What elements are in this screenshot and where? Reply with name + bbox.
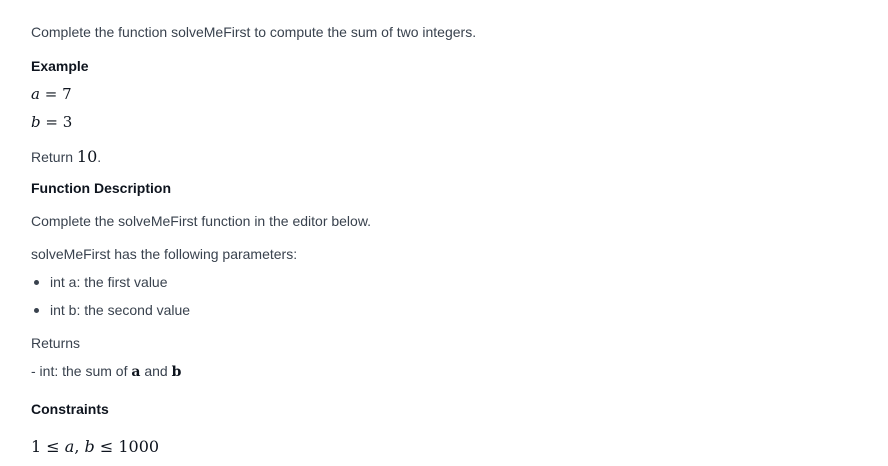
var-a: a <box>31 85 40 103</box>
example-a: a = 7 <box>31 84 72 106</box>
example-b: b = 3 <box>31 112 72 134</box>
bullet-icon <box>34 308 39 313</box>
return-value: 10 <box>76 147 98 166</box>
value-a: = 7 <box>44 85 72 103</box>
param-text: int b: the second value <box>50 302 191 318</box>
return-period: . <box>97 149 102 165</box>
constraint-upper: 1000 <box>118 437 160 456</box>
constraint-le-1: ≤ <box>46 437 60 456</box>
returns-description: - int: the sum of a and b <box>31 361 181 382</box>
intro-text: Complete the function solveMeFirst to co… <box>31 24 477 40</box>
list-item: int b: the second value <box>31 300 190 320</box>
value-b: = 3 <box>45 113 73 131</box>
example-heading: Example <box>31 58 89 74</box>
returns-and: and <box>144 363 168 379</box>
constraint-lower: 1 <box>31 437 42 456</box>
returns-label: Returns <box>31 335 81 351</box>
constraints-heading: Constraints <box>31 401 109 417</box>
constraint-var-a: a <box>64 437 75 456</box>
example-return: Return 10. <box>31 145 101 168</box>
bullet-icon <box>34 280 39 285</box>
returns-var-b: b <box>171 364 182 380</box>
returns-prefix: - int: the sum of <box>31 363 128 379</box>
constraint-comma: , <box>74 437 80 456</box>
constraint-var-b: b <box>84 437 95 456</box>
constraint-le-2: ≤ <box>99 437 114 456</box>
editor-note: Complete the solveMeFirst function in th… <box>31 213 372 229</box>
return-label: Return <box>31 149 74 165</box>
returns-var-a: a <box>131 364 141 380</box>
problem-statement: Complete the function solveMeFirst to co… <box>0 0 888 466</box>
constraints-formula: 1 ≤ a, b ≤ 1000 <box>31 435 159 458</box>
list-item: int a: the first value <box>31 272 168 292</box>
params-intro: solveMeFirst has the following parameter… <box>31 246 298 262</box>
var-b: b <box>31 113 41 131</box>
function-description-heading: Function Description <box>31 180 171 196</box>
param-text: int a: the first value <box>50 274 168 290</box>
